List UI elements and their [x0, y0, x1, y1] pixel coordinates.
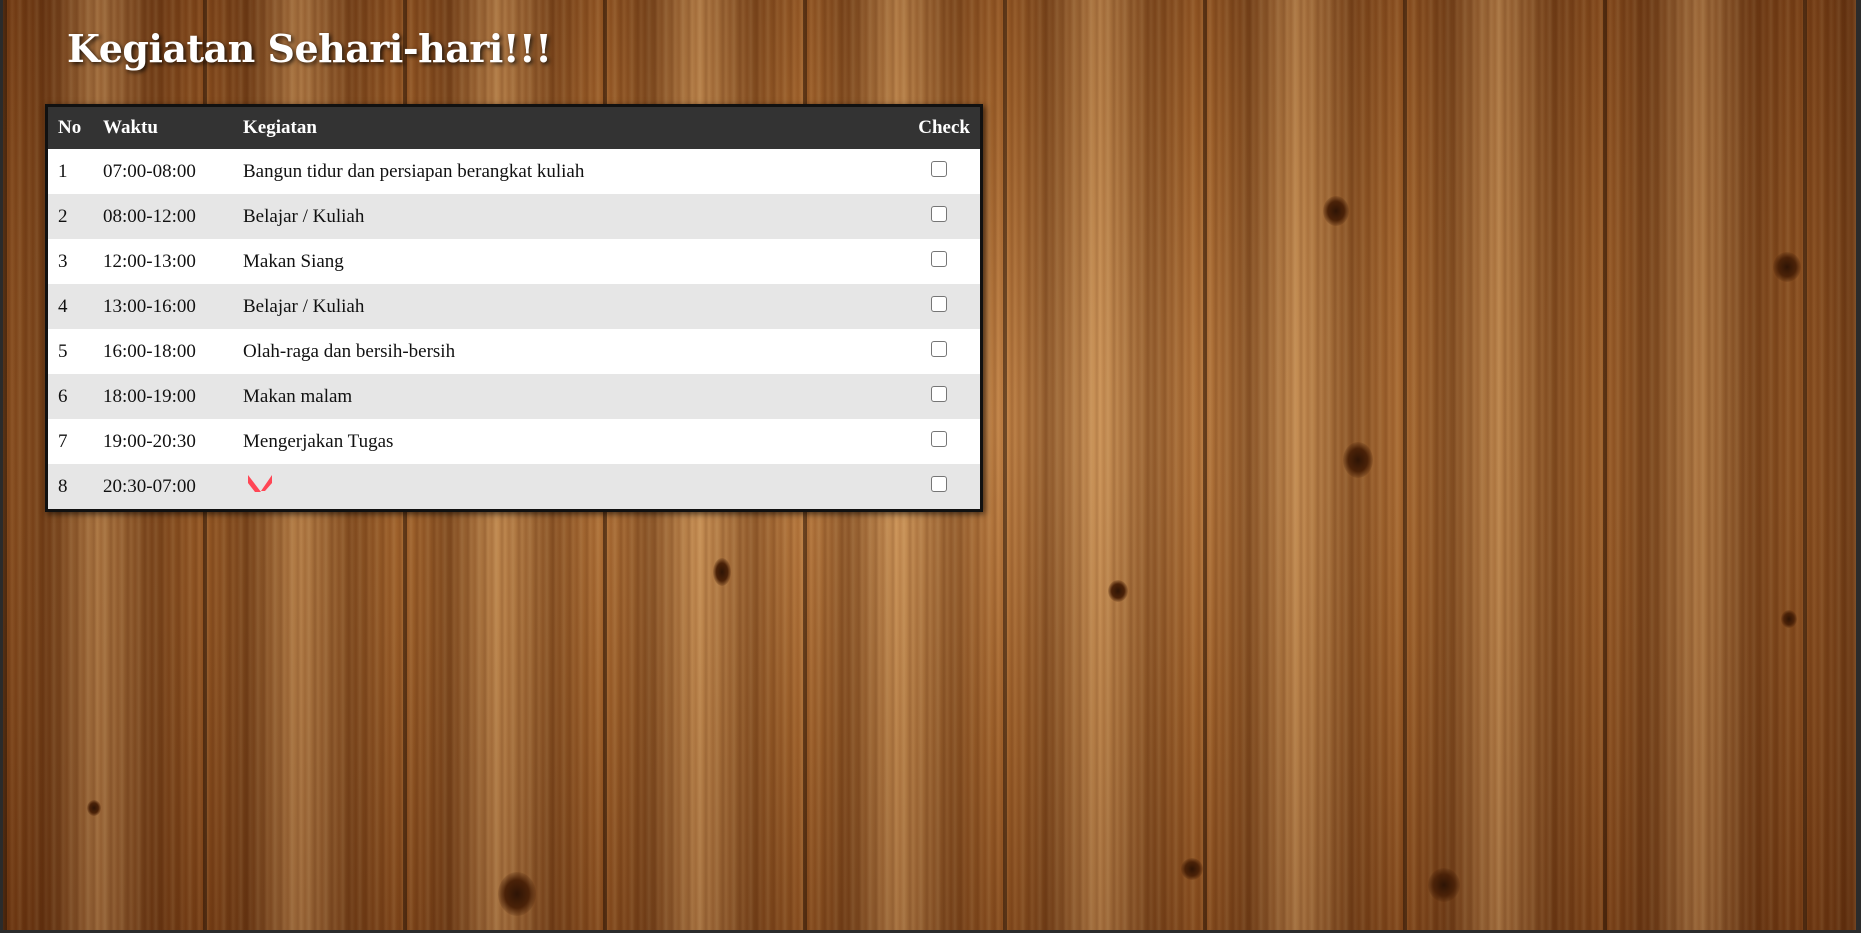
- row-checkbox[interactable]: [931, 206, 947, 223]
- table-row: 3 12:00-13:00 Makan Siang: [48, 239, 980, 284]
- table-row: 8 20:30-07:00: [48, 464, 980, 509]
- row-checkbox[interactable]: [931, 251, 947, 268]
- wood-knot: [1781, 610, 1797, 628]
- row-no: 7: [58, 430, 68, 452]
- table-row: 4 13:00-16:00 Belajar / Kuliah: [48, 284, 980, 329]
- row-waktu: 13:00-16:00: [103, 295, 196, 317]
- row-no: 6: [58, 385, 68, 407]
- row-kegiatan: Makan malam: [243, 385, 353, 407]
- schedule-table: No Waktu Kegiatan Check 1 07:00-08:00 Ba…: [48, 107, 980, 509]
- wood-background: Kegiatan Sehari-hari!!! No Waktu Kegiata…: [3, 0, 1856, 930]
- row-waktu: 08:00-12:00: [103, 205, 196, 227]
- table-header-row: No Waktu Kegiatan Check: [48, 107, 980, 149]
- table-row: 5 16:00-18:00 Olah-raga dan bersih-bersi…: [48, 329, 980, 374]
- header-waktu: Waktu: [103, 117, 158, 138]
- row-no: 4: [58, 295, 68, 317]
- wood-knot: [1343, 442, 1373, 478]
- page-title: Kegiatan Sehari-hari!!!: [67, 26, 552, 71]
- schedule-table-container: No Waktu Kegiatan Check 1 07:00-08:00 Ba…: [45, 104, 983, 512]
- wood-knot: [1773, 252, 1801, 282]
- wood-knot: [87, 800, 101, 816]
- table-row: 6 18:00-19:00 Makan malam: [48, 374, 980, 419]
- table-row: 2 08:00-12:00 Belajar / Kuliah: [48, 194, 980, 239]
- header-no: No: [58, 117, 82, 138]
- wood-knot: [498, 872, 536, 916]
- table-row: 7 19:00-20:30 Mengerjakan Tugas: [48, 419, 980, 464]
- header-kegiatan: Kegiatan: [243, 117, 317, 138]
- row-kegiatan: Mengerjakan Tugas: [243, 430, 394, 452]
- wood-knot: [1181, 858, 1203, 880]
- row-checkbox[interactable]: [931, 161, 947, 178]
- wood-knot: [1323, 196, 1349, 226]
- row-checkbox[interactable]: [931, 386, 947, 403]
- table-row: 1 07:00-08:00 Bangun tidur dan persiapan…: [48, 149, 980, 194]
- row-kegiatan: Belajar / Kuliah: [243, 295, 365, 317]
- wood-knot: [1428, 868, 1460, 902]
- row-kegiatan: Bangun tidur dan persiapan berangkat kul…: [243, 160, 585, 182]
- row-kegiatan: [233, 464, 898, 509]
- row-kegiatan: Makan Siang: [243, 250, 344, 272]
- row-waktu: 16:00-18:00: [103, 340, 196, 362]
- header-check: Check: [918, 117, 970, 138]
- row-waktu: 12:00-13:00: [103, 250, 196, 272]
- row-kegiatan: Belajar / Kuliah: [243, 205, 365, 227]
- wood-knot: [713, 558, 731, 586]
- row-no: 5: [58, 340, 68, 362]
- row-checkbox[interactable]: [931, 296, 947, 313]
- row-no: 8: [58, 475, 68, 497]
- row-kegiatan: Olah-raga dan bersih-bersih: [243, 340, 456, 362]
- row-no: 3: [58, 250, 68, 272]
- row-waktu: 18:00-19:00: [103, 385, 196, 407]
- row-checkbox[interactable]: [931, 476, 947, 493]
- row-waktu: 19:00-20:30: [103, 430, 196, 452]
- wood-knot: [1108, 580, 1128, 602]
- row-waktu: 20:30-07:00: [103, 475, 196, 497]
- row-checkbox[interactable]: [931, 341, 947, 358]
- row-no: 1: [58, 160, 68, 182]
- row-waktu: 07:00-08:00: [103, 160, 196, 182]
- valorant-logo-icon: [247, 474, 273, 500]
- row-no: 2: [58, 205, 68, 227]
- row-checkbox[interactable]: [931, 431, 947, 448]
